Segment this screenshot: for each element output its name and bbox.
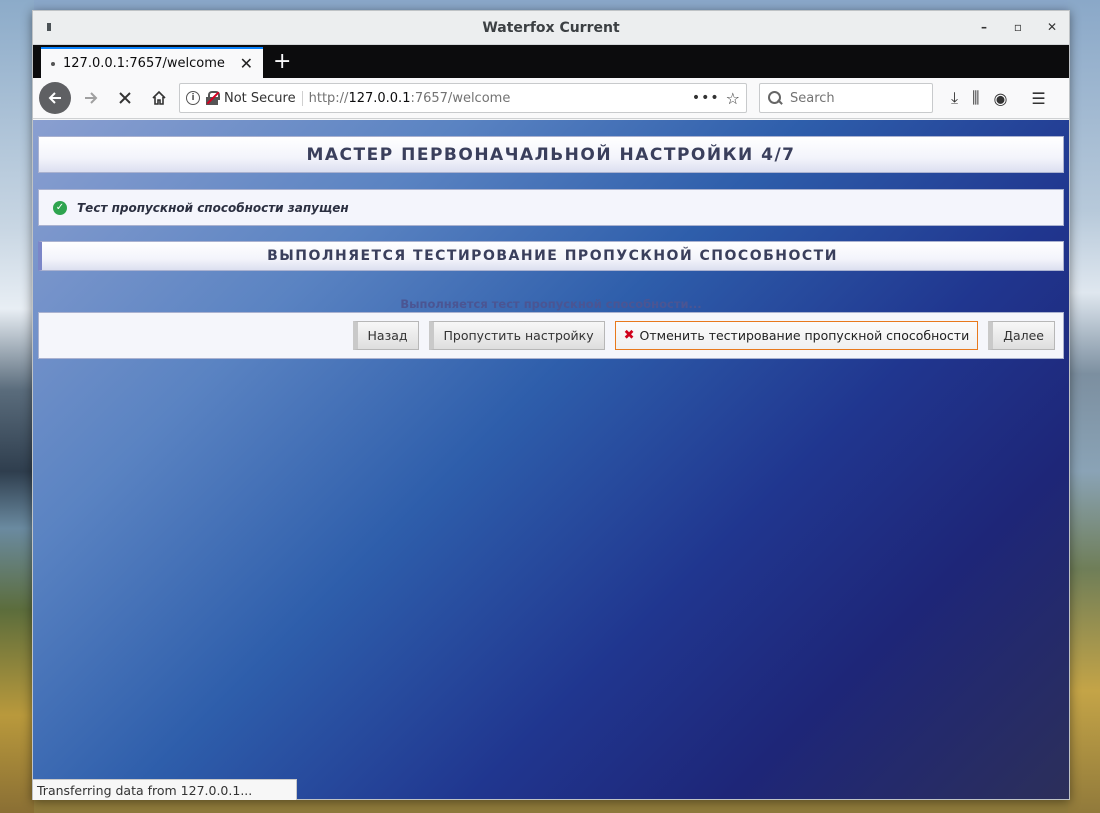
page-content: МАСТЕР ПЕРВОНАЧАЛЬНОЙ НАСТРОЙКИ 4/7 ✓ Те… bbox=[33, 120, 1069, 799]
forward-arrow-icon bbox=[85, 92, 98, 104]
search-placeholder: Search bbox=[790, 90, 835, 106]
account-icon[interactable]: ◉ bbox=[993, 89, 1007, 108]
tab-welcome[interactable]: 127.0.0.1:7657/welcome ✕ bbox=[41, 47, 263, 78]
search-input[interactable]: Search bbox=[759, 83, 933, 113]
back-button[interactable] bbox=[39, 82, 71, 114]
minimize-icon[interactable]: – bbox=[977, 19, 991, 35]
desktop-wallpaper-right bbox=[1068, 0, 1100, 813]
cancel-test-label: Отменить тестирование пропускной способн… bbox=[639, 328, 970, 343]
cancel-x-icon: ✖ bbox=[623, 328, 635, 343]
back-step-button[interactable]: Назад bbox=[352, 321, 419, 350]
success-check-icon: ✓ bbox=[53, 200, 67, 215]
site-info-icon[interactable]: i bbox=[186, 91, 200, 105]
tab-loading-icon bbox=[51, 61, 55, 66]
home-icon bbox=[152, 90, 166, 105]
next-step-button[interactable]: Далее bbox=[988, 321, 1055, 350]
window-titlebar[interactable]: Waterfox Current – ▫ ✕ bbox=[33, 11, 1069, 45]
downloads-icon[interactable]: ⤓ bbox=[951, 88, 958, 108]
tab-close-icon[interactable]: ✕ bbox=[240, 54, 253, 73]
forward-button[interactable] bbox=[77, 84, 105, 112]
search-icon bbox=[768, 91, 782, 105]
new-tab-button[interactable]: + bbox=[273, 49, 291, 74]
toolbar-icons: ⤓ ⫼ ◉ ☰ bbox=[951, 88, 1046, 108]
notice-box: ✓ Тест пропускной способности запущен bbox=[38, 189, 1064, 226]
close-window-icon[interactable]: ✕ bbox=[1045, 19, 1059, 35]
section-header: ВЫПОЛНЯЕТСЯ ТЕСТИРОВАНИЕ ПРОПУСКНОЙ СПОС… bbox=[38, 241, 1064, 271]
tab-label: 127.0.0.1:7657/welcome bbox=[63, 56, 225, 71]
maximize-icon[interactable]: ▫ bbox=[1011, 19, 1025, 35]
url-bar[interactable]: i Not Secure http://127.0.0.1:7657/welco… bbox=[179, 83, 747, 113]
menu-icon[interactable]: ☰ bbox=[1031, 89, 1045, 108]
wizard-title: МАСТЕР ПЕРВОНАЧАЛЬНОЙ НАСТРОЙКИ 4/7 bbox=[306, 144, 796, 165]
back-arrow-icon bbox=[48, 92, 61, 104]
browser-window: Waterfox Current – ▫ ✕ 127.0.0.1:7657/we… bbox=[32, 10, 1070, 800]
cancel-test-button[interactable]: ✖ Отменить тестирование пропускной спосо… bbox=[614, 321, 979, 350]
skip-setup-button[interactable]: Пропустить настройку bbox=[428, 321, 605, 350]
window-controls: – ▫ ✕ bbox=[977, 19, 1059, 35]
bookmark-star-icon[interactable]: ☆ bbox=[726, 89, 740, 108]
progress-text: Выполняется тест пропускной способности.… bbox=[400, 297, 702, 311]
desktop-wallpaper-left bbox=[0, 0, 34, 813]
stop-button[interactable] bbox=[111, 84, 139, 112]
tab-strip: 127.0.0.1:7657/welcome ✕ + bbox=[33, 45, 1069, 78]
wizard-button-bar: Назад Пропустить настройку ✖ Отменить те… bbox=[38, 312, 1064, 359]
url-text[interactable]: http://127.0.0.1:7657/welcome bbox=[309, 91, 686, 106]
navigation-toolbar: i Not Secure http://127.0.0.1:7657/welco… bbox=[33, 78, 1069, 119]
security-label: Not Secure bbox=[224, 90, 303, 106]
window-title: Waterfox Current bbox=[482, 19, 620, 36]
library-icon[interactable]: ⫼ bbox=[972, 88, 979, 108]
section-title: ВЫПОЛНЯЕТСЯ ТЕСТИРОВАНИЕ ПРОПУСКНОЙ СПОС… bbox=[267, 248, 838, 264]
insecure-lock-icon[interactable] bbox=[206, 91, 220, 105]
home-button[interactable] bbox=[145, 84, 173, 112]
page-actions-icon[interactable]: ••• bbox=[692, 90, 720, 106]
wizard-header: МАСТЕР ПЕРВОНАЧАЛЬНОЙ НАСТРОЙКИ 4/7 bbox=[38, 136, 1064, 173]
notice-text: Тест пропускной способности запущен bbox=[77, 200, 349, 215]
stop-icon bbox=[119, 92, 131, 104]
status-bar: Transferring data from 127.0.0.1... bbox=[33, 779, 297, 800]
window-menu-icon[interactable] bbox=[47, 23, 51, 31]
